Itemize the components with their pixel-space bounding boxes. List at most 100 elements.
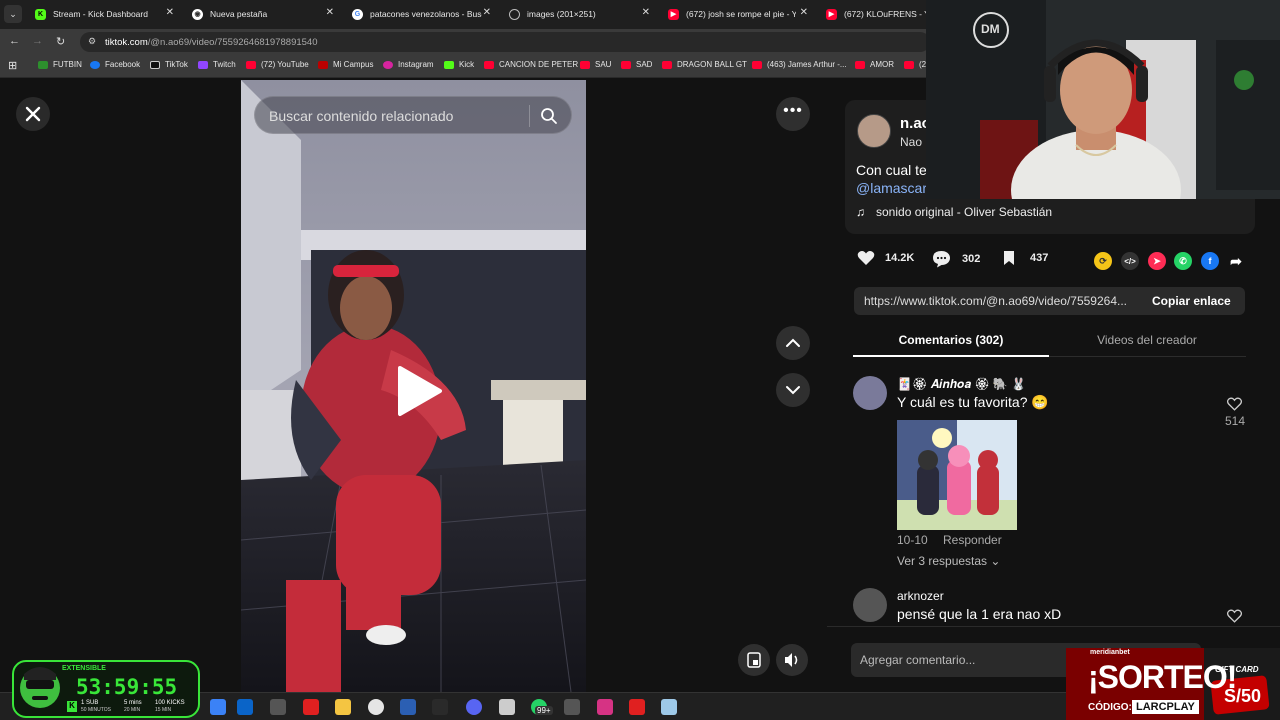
mention-link[interactable]: @lamascar xyxy=(856,180,927,196)
next-video-button[interactable] xyxy=(776,373,810,407)
tab-title: patacones venezolanos - Busca xyxy=(370,9,482,19)
bookmark-item[interactable]: Kick xyxy=(444,60,474,69)
heart-outline-icon[interactable] xyxy=(1227,397,1242,411)
browser-tab[interactable]: ▶ (672) josh se rompe el pie - You ✕ xyxy=(660,3,814,25)
back-icon[interactable]: ← xyxy=(9,35,20,47)
promo-banner: meridianbet ¡SORTEO! CÓDIGO: LARCPLAY GI… xyxy=(1066,648,1280,720)
bookmark-item[interactable]: FUTBIN xyxy=(38,60,82,69)
browser-tab[interactable]: ◉ Nueva pestaña ✕ xyxy=(184,3,340,25)
rule-3-top: 100 KICKS xyxy=(155,700,185,706)
tab-title: Stream - Kick Dashboard xyxy=(53,9,148,19)
search-icon[interactable] xyxy=(210,699,226,715)
avatar[interactable] xyxy=(853,376,887,410)
picture-in-picture-button[interactable] xyxy=(738,644,770,676)
close-video-button[interactable] xyxy=(16,97,50,131)
globe-icon xyxy=(509,8,520,20)
youtube-icon[interactable] xyxy=(303,699,319,715)
copy-link-button[interactable]: Copiar enlace xyxy=(1152,294,1231,308)
volume-button[interactable] xyxy=(776,644,808,676)
repost-icon[interactable]: ⟳ xyxy=(1094,252,1112,270)
discord-icon[interactable] xyxy=(466,699,482,715)
google-icon: G xyxy=(352,8,363,20)
app-icon[interactable] xyxy=(661,699,677,715)
tab-creator-videos[interactable]: Videos del creador xyxy=(1049,333,1245,347)
like-button[interactable]: 14.2K xyxy=(857,250,914,266)
reload-icon[interactable]: ↻ xyxy=(56,35,65,48)
bookmark-item[interactable]: TikTok xyxy=(150,60,188,69)
tab-comments[interactable]: Comentarios (302) xyxy=(853,333,1049,347)
kick-icon: K xyxy=(67,701,77,712)
folder-icon[interactable] xyxy=(335,699,351,715)
comment-author[interactable]: arknozer xyxy=(897,589,944,603)
facebook-icon[interactable]: f xyxy=(1201,252,1219,270)
browser-tab[interactable]: G patacones venezolanos - Busca ✕ xyxy=(344,3,497,25)
bookmark-item[interactable]: SAD xyxy=(621,60,652,69)
browser-tab[interactable]: K Stream - Kick Dashboard ✕ xyxy=(27,3,180,25)
bookmark-item[interactable]: (2 xyxy=(904,60,926,69)
youtube-icon[interactable] xyxy=(629,699,645,715)
subathon-timer: EXTENSIBLE 53:59:55 K 1 SUB 50 MINUTOS 5… xyxy=(12,660,200,718)
app-icon[interactable] xyxy=(270,699,286,715)
close-tab-icon[interactable]: ✕ xyxy=(800,7,808,18)
comment-item: 🃏🏵 𝑨𝒊𝒏𝒉𝒐𝒂 🏵 🐘 🐰 Y cuál es tu favorita? 😁… xyxy=(853,376,1253,576)
close-tab-icon[interactable]: ✕ xyxy=(483,7,491,18)
tab-search-button[interactable]: ⌄ xyxy=(4,5,22,23)
outlook-icon[interactable] xyxy=(237,699,253,715)
comment-author[interactable]: 🃏🏵 𝑨𝒊𝒏𝒉𝒐𝒂 🏵 🐘 🐰 xyxy=(897,377,1026,392)
reply-button[interactable]: Responder xyxy=(943,533,1002,547)
bookmark-item[interactable]: Mi Campus xyxy=(318,60,373,69)
calculator-icon[interactable] xyxy=(564,699,580,715)
browser-tab[interactable]: ▶ (672) KLOuFRENS - YouT xyxy=(818,3,928,25)
close-tab-icon[interactable]: ✕ xyxy=(166,7,174,18)
embed-icon[interactable]: </> xyxy=(1121,252,1139,270)
bookmark-item[interactable]: Twitch xyxy=(198,60,236,69)
whatsapp-icon[interactable]: ✆ xyxy=(1174,252,1192,270)
rule-1-bottom: 50 MINUTOS xyxy=(81,707,111,713)
word-icon[interactable] xyxy=(400,699,416,715)
browser-tab[interactable]: images (201×251) ✕ xyxy=(501,3,656,25)
video-link[interactable]: https://www.tiktok.com/@n.ao69/video/755… xyxy=(864,294,1140,308)
bookmark-item[interactable]: Instagram xyxy=(383,60,434,69)
pip-icon xyxy=(747,652,761,668)
sound-label[interactable]: sonido original - Oliver Sebastián xyxy=(876,205,1052,219)
send-icon[interactable]: ➤ xyxy=(1148,252,1166,270)
forward-icon[interactable]: → xyxy=(32,35,43,47)
chrome-icon[interactable] xyxy=(368,699,384,715)
bookmark-item[interactable]: CANCION DE PETER xyxy=(484,60,578,69)
address-bar[interactable]: ⚙ tiktok.com/@n.ao69/video/7559264681978… xyxy=(80,32,930,52)
bookmark-item[interactable]: AMOR xyxy=(855,60,894,69)
view-replies-button[interactable]: Ver 3 respuestas ⌄ xyxy=(897,554,1000,568)
comment-button[interactable]: 302 xyxy=(932,250,980,268)
bookmark-item[interactable]: (72) YouTube xyxy=(246,60,309,69)
heart-outline-icon[interactable] xyxy=(1227,609,1242,623)
site-info-icon[interactable]: ⚙ xyxy=(88,36,96,47)
video-player[interactable]: Buscar contenido relacionado xyxy=(241,80,586,692)
youtube-icon: ▶ xyxy=(668,8,679,20)
bookmark-item[interactable]: (463) James Arthur -... xyxy=(752,60,847,69)
search-icon[interactable] xyxy=(540,107,558,125)
bookmark-item[interactable]: DRAGON BALL GT xyxy=(662,60,747,69)
rule-2-bottom: 20 MIN xyxy=(124,707,141,713)
chrome-icon: ◉ xyxy=(192,8,203,20)
bookmark-item[interactable]: Facebook xyxy=(90,60,140,69)
app-icon[interactable] xyxy=(597,699,613,715)
tab-title: images (201×251) xyxy=(527,9,596,19)
play-icon[interactable] xyxy=(394,364,444,418)
previous-video-button[interactable] xyxy=(776,326,810,360)
share-icon[interactable]: ➦ xyxy=(1227,252,1245,270)
more-options-button[interactable]: ••• xyxy=(776,97,810,131)
apps-icon[interactable]: ⊞ xyxy=(8,59,17,72)
webcam-feed xyxy=(926,0,1280,199)
save-button[interactable]: 437 xyxy=(1002,250,1048,266)
close-tab-icon[interactable]: ✕ xyxy=(642,7,650,18)
divider xyxy=(529,105,530,127)
close-tab-icon[interactable]: ✕ xyxy=(326,7,334,18)
video-search-box[interactable]: Buscar contenido relacionado xyxy=(254,96,572,134)
avatar[interactable] xyxy=(853,588,887,622)
kick-icon[interactable] xyxy=(432,699,448,715)
comment-image[interactable] xyxy=(897,420,1017,530)
avatar[interactable] xyxy=(857,114,891,148)
bookmark-item[interactable]: SAU xyxy=(580,60,611,69)
app-icon[interactable] xyxy=(499,699,515,715)
bookmark-icon xyxy=(1004,251,1014,265)
